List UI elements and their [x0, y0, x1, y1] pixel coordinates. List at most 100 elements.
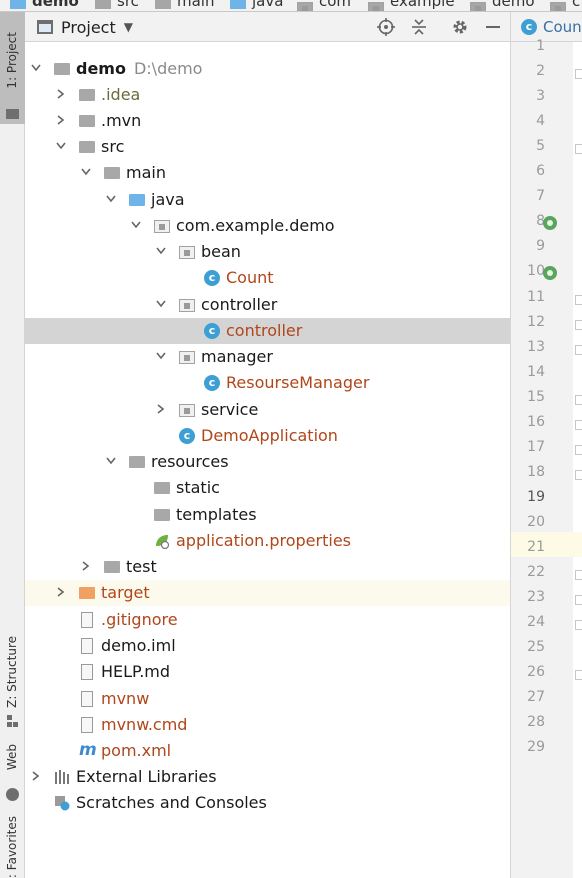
project-view-selector[interactable]: Project ▼: [37, 16, 133, 38]
chevron-down-icon[interactable]: [29, 61, 43, 75]
chevron-right-icon[interactable]: [54, 585, 68, 599]
chevron-down-icon[interactable]: [104, 192, 118, 206]
fold-marker-icon[interactable]: [575, 420, 582, 430]
chevron-down-icon[interactable]: [154, 297, 168, 311]
tree-row-help-md[interactable]: HELP.md: [25, 659, 510, 685]
package-icon: [179, 299, 195, 312]
chevron-down-icon[interactable]: [79, 165, 93, 179]
chevron-down-icon[interactable]: [154, 349, 168, 363]
chevron-right-icon[interactable]: [154, 402, 168, 416]
chevron-down-icon[interactable]: [54, 139, 68, 153]
chevron-right-icon[interactable]: [54, 113, 68, 127]
breadcrumb-item-src[interactable]: src: [95, 0, 139, 11]
tree-row-test[interactable]: test: [25, 554, 510, 580]
tree-label: demo.iml: [101, 636, 176, 655]
tree-row-package[interactable]: com.example.demo: [25, 213, 510, 239]
fold-marker-icon[interactable]: [575, 345, 582, 355]
line-number: 15: [527, 389, 545, 405]
tree-row-external-libraries[interactable]: External Libraries: [25, 764, 510, 790]
tree-label: test: [126, 557, 157, 576]
settings-button[interactable]: [451, 18, 469, 36]
line-number: 14: [527, 364, 545, 380]
breadcrumb-item-demo[interactable]: demo: [10, 0, 79, 11]
tree-row-gitignore[interactable]: .gitignore: [25, 607, 510, 633]
project-tool-tab[interactable]: 1: Project: [0, 12, 25, 124]
tree-row-application-properties[interactable]: application.properties: [25, 528, 510, 554]
run-class-icon[interactable]: [543, 216, 557, 230]
spring-properties-icon: [156, 535, 170, 549]
tree-row-mvn[interactable]: .mvn: [25, 108, 510, 134]
tree-row-java[interactable]: java: [25, 187, 510, 213]
breadcrumb-item-class[interactable]: c: [550, 0, 580, 11]
fold-marker-icon[interactable]: [575, 445, 582, 455]
package-icon: [179, 351, 195, 364]
markdown-file-icon: [81, 664, 93, 680]
fold-marker-icon[interactable]: [575, 620, 582, 630]
tree-label: com.example.demo: [176, 216, 335, 235]
tree-label: service: [201, 400, 259, 419]
fold-marker-icon[interactable]: [575, 595, 582, 605]
tree-row-controller-class[interactable]: c controller: [25, 318, 510, 344]
gear-icon: [453, 20, 467, 34]
fold-marker-icon[interactable]: [575, 144, 582, 154]
run-method-icon[interactable]: [543, 266, 557, 280]
resources-folder-icon: [129, 456, 145, 468]
chevron-right-icon[interactable]: [79, 559, 93, 573]
tree-row-manager[interactable]: manager: [25, 344, 510, 370]
tree-row-src[interactable]: src: [25, 134, 510, 160]
favorites-tab-label: : Favorites: [5, 816, 19, 878]
chevron-down-icon[interactable]: [104, 454, 118, 468]
tree-row-demo-application[interactable]: c DemoApplication: [25, 423, 510, 449]
editor-tab-label: Count: [543, 17, 582, 36]
breadcrumb-item-demo-pkg[interactable]: demo: [470, 0, 535, 11]
tree-row-main[interactable]: main: [25, 160, 510, 186]
tree-row-demo-iml[interactable]: demo.iml: [25, 633, 510, 659]
tree-row-mvnw[interactable]: mvnw: [25, 686, 510, 712]
chevron-down-icon[interactable]: [154, 244, 168, 258]
tree-row-resources[interactable]: resources: [25, 449, 510, 475]
tree-row-resourse-manager[interactable]: c ResourseManager: [25, 370, 510, 396]
line-number: 9: [536, 238, 545, 254]
breadcrumb-item-main[interactable]: main: [155, 0, 214, 11]
tree-row-bean[interactable]: bean: [25, 239, 510, 265]
fold-marker-icon[interactable]: [575, 395, 582, 405]
breadcrumb-item-example[interactable]: example: [368, 0, 455, 11]
tree-row-static[interactable]: static: [25, 475, 510, 501]
fold-marker-icon[interactable]: [575, 570, 582, 580]
line-number: 19: [527, 489, 545, 505]
chevron-right-icon[interactable]: [54, 87, 68, 101]
tree-label: static: [176, 478, 220, 497]
fold-marker-icon[interactable]: [575, 295, 582, 305]
tree-row-service[interactable]: service: [25, 397, 510, 423]
fold-marker-icon[interactable]: [575, 69, 582, 79]
chevron-right-icon[interactable]: [29, 769, 43, 783]
chevron-down-icon[interactable]: [129, 218, 143, 232]
tree-row-controller-package[interactable]: controller: [25, 292, 510, 318]
fold-marker-icon[interactable]: [575, 470, 582, 480]
fold-marker-icon[interactable]: [575, 670, 582, 680]
locate-file-button[interactable]: [377, 18, 395, 36]
module-path: D:\demo: [133, 59, 203, 78]
class-icon: c: [204, 270, 220, 286]
tree-label: .idea: [101, 85, 141, 104]
tree-row-scratches[interactable]: Scratches and Consoles: [25, 790, 510, 816]
tree-row-idea[interactable]: .idea: [25, 82, 510, 108]
breadcrumb-item-java[interactable]: java: [230, 0, 283, 11]
tree-row-templates[interactable]: templates: [25, 502, 510, 528]
favorites-tool-tab[interactable]: : Favorites: [0, 812, 25, 878]
hide-panel-button[interactable]: [484, 18, 502, 36]
fold-marker-icon[interactable]: [575, 320, 582, 330]
structure-tool-tab[interactable]: Z: Structure: [0, 624, 25, 734]
tree-row-mvnw-cmd[interactable]: mvnw.cmd: [25, 712, 510, 738]
tree-row-target[interactable]: target: [25, 580, 510, 606]
breadcrumb-item-com[interactable]: com: [297, 0, 351, 11]
tree-row-pom[interactable]: m pom.xml: [25, 738, 510, 764]
tree-label: mvnw.cmd: [101, 715, 188, 734]
package-icon: [154, 220, 170, 233]
collapse-all-button[interactable]: [410, 18, 428, 36]
chevron-down-icon: ▼: [123, 20, 133, 34]
tree-row-demo[interactable]: demo D:\demo: [25, 56, 510, 82]
tree-row-count[interactable]: c Count: [25, 265, 510, 291]
web-tool-tab[interactable]: Web: [0, 740, 25, 810]
tree-label: resources: [151, 452, 229, 471]
